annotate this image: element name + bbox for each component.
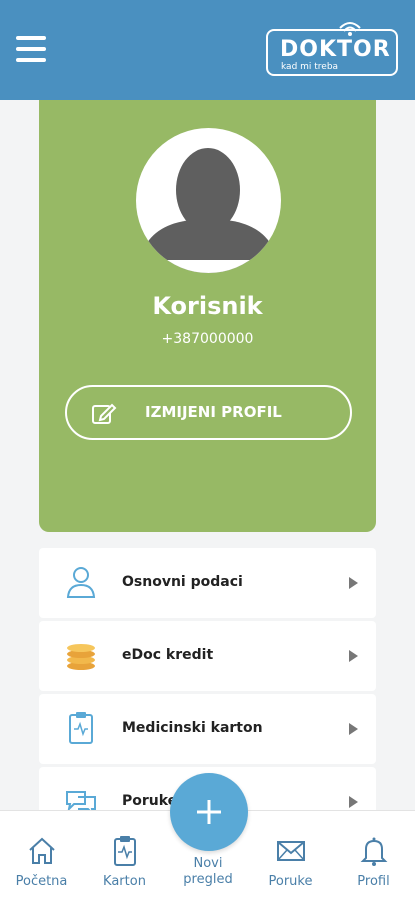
logo-title: DOKTOR bbox=[280, 37, 391, 62]
new-exam-label[interactable]: Novi pregled bbox=[158, 856, 258, 888]
user-phone: +387000000 bbox=[161, 331, 254, 347]
wifi-icon bbox=[339, 22, 361, 36]
mail-icon bbox=[276, 841, 305, 861]
logo-tagline: kad mi treba bbox=[281, 62, 339, 72]
menu-item-osnovni-podaci[interactable]: Osnovni podaci bbox=[39, 548, 376, 618]
edit-profile-button[interactable]: IZMIJENI PROFIL bbox=[65, 385, 352, 440]
tab-label: Početna bbox=[15, 874, 68, 889]
plus-icon bbox=[197, 800, 221, 824]
edit-profile-label: IZMIJENI PROFIL bbox=[145, 403, 282, 421]
top-header: DOKTOR kad mi treba bbox=[0, 0, 415, 100]
tab-poruke[interactable]: Poruke bbox=[249, 811, 332, 900]
chevron-right-icon bbox=[349, 796, 358, 808]
user-icon bbox=[66, 567, 96, 598]
tab-karton[interactable]: Karton bbox=[83, 811, 166, 900]
chevron-right-icon bbox=[349, 723, 358, 735]
edit-icon bbox=[92, 403, 117, 424]
tab-label: Karton bbox=[103, 874, 146, 889]
menu-item-edoc-kredit[interactable]: eDoc kredit bbox=[39, 621, 376, 691]
new-exam-label-line1: Novi bbox=[193, 856, 223, 871]
home-icon bbox=[28, 837, 55, 864]
user-name: Korisnik bbox=[152, 292, 263, 320]
new-exam-label-line2: pregled bbox=[183, 872, 233, 887]
hamburger-line bbox=[16, 47, 46, 51]
hamburger-line bbox=[16, 58, 46, 62]
menu-item-label: Medicinski karton bbox=[122, 720, 263, 736]
avatar[interactable] bbox=[136, 128, 281, 273]
hamburger-line bbox=[16, 36, 46, 40]
menu-item-label: Poruke bbox=[122, 793, 178, 809]
coins-icon bbox=[67, 644, 95, 670]
tab-profil[interactable]: Profil bbox=[332, 811, 415, 900]
chevron-right-icon bbox=[349, 577, 358, 589]
profile-card: Korisnik +387000000 IZMIJENI PROFIL bbox=[39, 100, 376, 532]
tab-label: Poruke bbox=[268, 874, 313, 889]
doktor-logo[interactable]: DOKTOR kad mi treba bbox=[266, 22, 398, 76]
chevron-right-icon bbox=[349, 650, 358, 662]
clipboard-icon bbox=[69, 712, 93, 744]
user-silhouette-icon bbox=[136, 148, 281, 273]
menu-item-label: Osnovni podaci bbox=[122, 574, 243, 590]
tab-pocetna[interactable]: Početna bbox=[0, 811, 83, 900]
bell-icon bbox=[360, 837, 387, 866]
new-exam-button[interactable] bbox=[170, 773, 248, 851]
hamburger-menu-icon[interactable] bbox=[16, 36, 48, 62]
menu-item-medicinski-karton[interactable]: Medicinski karton bbox=[39, 694, 376, 764]
tab-label: Profil bbox=[357, 874, 390, 889]
clipboard-icon bbox=[113, 836, 136, 866]
menu-item-label: eDoc kredit bbox=[122, 647, 214, 663]
